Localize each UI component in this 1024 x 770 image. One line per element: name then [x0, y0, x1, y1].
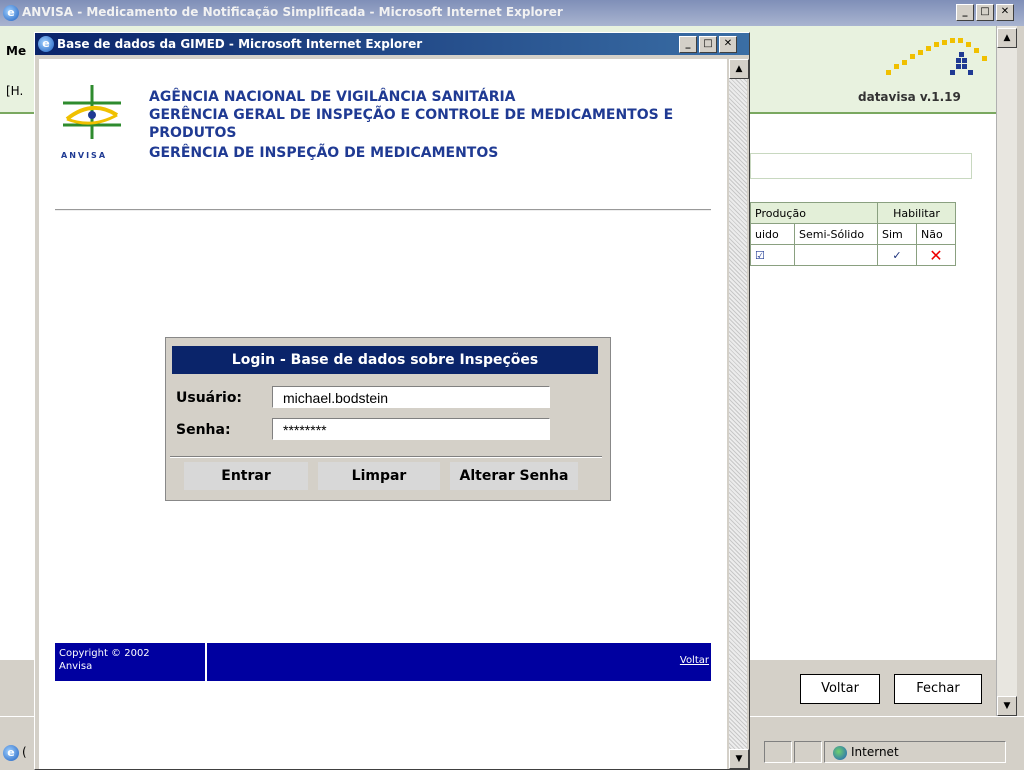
popup-minimize-button[interactable]: _ — [679, 36, 697, 53]
outer-window-titlebar: e ANVISA - Medicamento de Notificação Si… — [0, 0, 1024, 26]
popup-maximize-button[interactable]: □ — [699, 36, 717, 53]
username-label: Usuário: — [176, 390, 243, 406]
anvisa-logo-text: ANVISA — [61, 151, 108, 160]
enable-yes-check-icon[interactable]: ✓ — [877, 244, 917, 266]
status-left-fragment: ( — [22, 745, 27, 759]
popup-scrollbar[interactable]: ▲ ▼ — [729, 59, 749, 769]
ie-logo-icon: e — [3, 5, 19, 21]
limpar-button[interactable]: Limpar — [318, 462, 440, 490]
anvisa-logo-icon — [63, 85, 121, 139]
outer-left-fragment-2: [H. — [6, 84, 24, 98]
popup-window: e Base de dados da GIMED - Microsoft Int… — [34, 32, 750, 770]
password-label: Senha: — [176, 422, 231, 438]
copyright-bar: Copyright © 2002 Anvisa Voltar — [55, 643, 711, 681]
datavisa-version-label: datavisa v.1.19 — [858, 90, 961, 104]
popup-content: ANVISA AGÊNCIA NACIONAL DE VIGILÂNCIA SA… — [39, 59, 727, 769]
agency-line-3: PRODUTOS — [149, 125, 237, 141]
agency-line-2: GERÊNCIA GERAL DE INSPEÇÃO E CONTROLE DE… — [149, 107, 674, 123]
status-cell-1 — [764, 741, 792, 763]
close-button[interactable]: ✕ — [996, 4, 1014, 21]
button-row-divider — [170, 456, 602, 458]
copyright-text: Copyright © 2002 Anvisa — [59, 648, 150, 672]
popup-close-button[interactable]: ✕ — [719, 36, 737, 53]
scroll-up-arrow-icon[interactable]: ▲ — [997, 28, 1017, 48]
enable-no-x-icon[interactable]: ✕ — [916, 244, 956, 266]
popup-titlebar: e Base de dados da GIMED - Microsoft Int… — [35, 33, 749, 55]
status-zone-cell: Internet — [824, 741, 1006, 763]
password-input[interactable]: ******** — [272, 418, 550, 440]
outer-scrollbar[interactable]: ▲ ▼ — [996, 26, 1017, 716]
minimize-button[interactable]: _ — [956, 4, 974, 21]
table-subheader-nao: Não — [916, 223, 956, 245]
voltar-button[interactable]: Voltar — [800, 674, 880, 704]
internet-zone-globe-icon — [833, 745, 847, 760]
table-cell-checkbox[interactable]: ☑ — [749, 244, 796, 266]
login-box: Login - Base de dados sobre Inspeções Us… — [165, 337, 611, 501]
outer-window-title: ANVISA - Medicamento de Notificação Simp… — [22, 5, 563, 19]
popup-scroll-up-icon[interactable]: ▲ — [729, 59, 749, 79]
agency-line-1: AGÊNCIA NACIONAL DE VIGILÂNCIA SANITÁRIA — [149, 89, 516, 105]
username-input[interactable]: michael.bodstein — [272, 386, 550, 408]
footer-separator — [205, 643, 207, 681]
table-cell-semi-solido — [794, 244, 878, 266]
header-divider — [55, 209, 711, 211]
scroll-down-arrow-icon[interactable]: ▼ — [997, 696, 1017, 716]
popup-ie-logo-icon: e — [38, 36, 54, 52]
maximize-button[interactable]: □ — [976, 4, 994, 21]
status-cell-2 — [794, 741, 822, 763]
popup-scroll-down-icon[interactable]: ▼ — [729, 749, 749, 769]
table-header-producao: Produção — [750, 202, 878, 224]
page-status-icon: e — [3, 745, 19, 761]
popup-title: Base de dados da GIMED - Microsoft Inter… — [57, 37, 423, 51]
alterar-senha-button[interactable]: Alterar Senha — [450, 462, 578, 490]
outer-left-fragment-1: Me — [6, 44, 27, 58]
entrar-button[interactable]: Entrar — [184, 462, 308, 490]
outer-text-field[interactable] — [750, 153, 972, 179]
status-zone-label: Internet — [851, 745, 899, 759]
agency-line-4: GERÊNCIA DE INSPEÇÃO DE MEDICAMENTOS — [149, 145, 499, 161]
login-heading: Login - Base de dados sobre Inspeções — [172, 346, 598, 374]
fechar-button[interactable]: Fechar — [894, 674, 982, 704]
voltar-link[interactable]: Voltar — [680, 655, 709, 666]
permissions-table: Produção Habilitar uido Semi-Sólido Sim … — [749, 202, 956, 266]
table-subheader-semi-solido: Semi-Sólido — [794, 223, 878, 245]
datavisa-logo-icon — [886, 38, 987, 75]
table-header-habilitar: Habilitar — [877, 202, 956, 224]
table-subheader-sim: Sim — [877, 223, 917, 245]
table-subheader-liquido: uido — [749, 223, 796, 245]
